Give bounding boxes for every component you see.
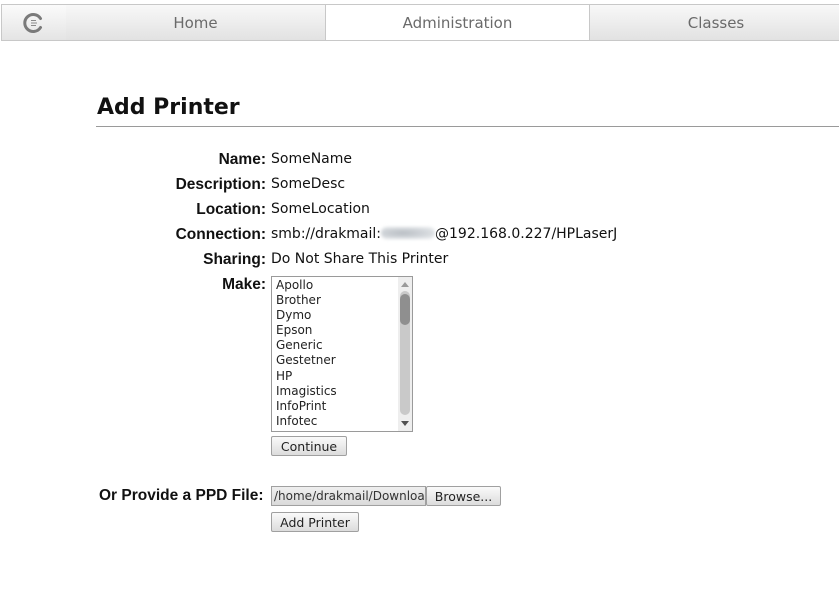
cups-logo-glyph [23, 12, 42, 33]
location-label: Location: [196, 201, 266, 218]
make-option-imagistics[interactable]: Imagistics [276, 384, 337, 399]
tab-home[interactable]: Home [66, 4, 326, 41]
make-option-brother[interactable]: Brother [276, 293, 337, 308]
make-scrollbar[interactable] [398, 277, 412, 431]
make-option-hp[interactable]: HP [276, 369, 337, 384]
scroll-up-arrow-icon[interactable] [401, 282, 409, 287]
title-divider [96, 126, 839, 127]
connection-suffix: @192.168.0.227/HPLaserJ [435, 226, 618, 242]
connection-prefix: smb://drakmail: [271, 226, 382, 242]
cups-logo-icon[interactable] [1, 4, 67, 41]
make-option-infoprint[interactable]: InfoPrint [276, 399, 337, 414]
redacted-password [381, 227, 436, 239]
sharing-label: Sharing: [203, 251, 266, 268]
connection-label: Connection: [175, 226, 266, 243]
description-value: SomeDesc [271, 176, 346, 192]
scroll-down-arrow-icon[interactable] [401, 421, 409, 426]
tab-classes[interactable]: Classes [590, 4, 839, 41]
make-option-infotec[interactable]: Infotec [276, 414, 337, 429]
make-option-dymo[interactable]: Dymo [276, 308, 337, 323]
add-printer-button[interactable]: Add Printer [271, 512, 359, 532]
tab-administration[interactable]: Administration [326, 4, 590, 41]
page-title: Add Printer [97, 95, 240, 120]
browse-button[interactable]: Browse... [426, 486, 501, 506]
location-value: SomeLocation [271, 201, 370, 217]
make-option-gestetner[interactable]: Gestetner [276, 353, 337, 368]
name-value: SomeName [271, 151, 353, 167]
make-label: Make: [222, 276, 266, 293]
make-option-epson[interactable]: Epson [276, 323, 337, 338]
continue-button[interactable]: Continue [271, 436, 347, 456]
make-option-apollo[interactable]: Apollo [276, 278, 337, 293]
ppd-file-label: Or Provide a PPD File: [99, 487, 264, 504]
sharing-value: Do Not Share This Printer [271, 251, 449, 267]
scrollbar-thumb[interactable] [400, 294, 410, 325]
top-nav: Home Administration Classes [0, 4, 839, 41]
connection-value: smb://drakmail: @192.168.0.227/HPLaserJ [271, 226, 617, 242]
name-label: Name: [218, 151, 266, 168]
ppd-file-input[interactable]: /home/drakmail/Downloads [271, 486, 426, 506]
make-option-generic[interactable]: Generic [276, 338, 337, 353]
make-listbox[interactable]: Apollo Brother Dymo Epson Generic Gestet… [271, 276, 413, 432]
make-options: Apollo Brother Dymo Epson Generic Gestet… [276, 278, 337, 429]
description-label: Description: [175, 176, 266, 193]
